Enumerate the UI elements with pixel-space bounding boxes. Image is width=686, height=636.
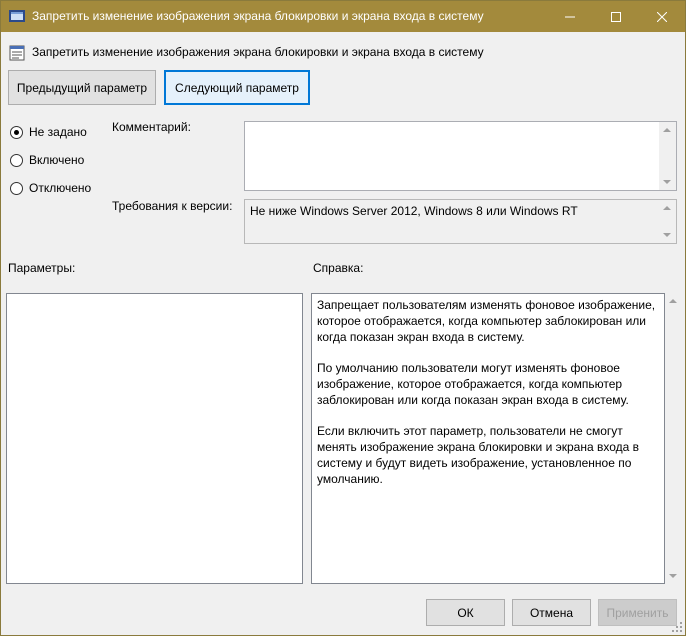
help-panel: Запрещает пользователям изменять фоновое… bbox=[311, 293, 665, 584]
parameters-label: Параметры: bbox=[8, 261, 76, 275]
version-label: Требования к версии: bbox=[112, 199, 233, 213]
scroll-up-icon[interactable] bbox=[663, 206, 671, 210]
window-title: Запретить изменение изображения экрана б… bbox=[32, 9, 484, 23]
radio-label: Не задано bbox=[29, 125, 87, 139]
radio-button[interactable] bbox=[10, 125, 23, 139]
help-paragraph: Если включить этот параметр, пользовател… bbox=[317, 424, 640, 486]
help-paragraph: Запрещает пользователям изменять фоновое… bbox=[317, 298, 656, 344]
scroll-down-icon[interactable] bbox=[663, 233, 671, 237]
parameters-panel bbox=[6, 293, 303, 584]
scroll-down-icon[interactable] bbox=[669, 574, 677, 578]
comment-field[interactable] bbox=[244, 121, 677, 191]
radio-label: Отключено bbox=[29, 181, 92, 195]
radio-button[interactable] bbox=[10, 153, 23, 167]
maximize-button[interactable] bbox=[593, 1, 639, 32]
version-value: Не ниже Windows Server 2012, Windows 8 и… bbox=[250, 204, 578, 218]
radio-button[interactable] bbox=[10, 181, 23, 195]
close-button[interactable] bbox=[639, 1, 685, 32]
minimize-button[interactable] bbox=[547, 1, 593, 32]
scroll-up-icon[interactable] bbox=[663, 128, 671, 132]
policy-setting-icon bbox=[9, 45, 25, 61]
scroll-down-icon[interactable] bbox=[663, 180, 671, 184]
policy-dialog: Запретить изменение изображения экрана б… bbox=[0, 0, 686, 636]
close-icon bbox=[657, 11, 667, 22]
scroll-up-icon[interactable] bbox=[669, 299, 677, 303]
radio-label: Включено bbox=[29, 153, 85, 167]
group-policy-app-icon bbox=[9, 10, 25, 22]
version-scrollbar[interactable] bbox=[659, 200, 676, 243]
apply-button[interactable]: Применить bbox=[598, 599, 677, 626]
policy-title: Запретить изменение изображения экрана б… bbox=[32, 45, 484, 59]
version-field: Не ниже Windows Server 2012, Windows 8 и… bbox=[244, 199, 677, 244]
previous-setting-button[interactable]: Предыдущий параметр bbox=[8, 70, 156, 105]
radio-enabled[interactable]: Включено bbox=[10, 153, 84, 167]
help-label: Справка: bbox=[313, 261, 364, 275]
help-paragraph: По умолчанию пользователи могут изменять… bbox=[317, 361, 629, 407]
next-setting-button[interactable]: Следующий параметр bbox=[164, 70, 310, 105]
radio-not-configured[interactable]: Не задано bbox=[10, 125, 87, 139]
ok-button[interactable]: ОК bbox=[426, 599, 505, 626]
cancel-button[interactable]: Отмена bbox=[512, 599, 591, 626]
dialog-scrollbar[interactable] bbox=[665, 293, 681, 584]
minimize-icon bbox=[565, 16, 575, 17]
radio-disabled[interactable]: Отключено bbox=[10, 181, 91, 195]
comment-scrollbar[interactable] bbox=[659, 122, 676, 190]
comment-label: Комментарий: bbox=[112, 120, 191, 134]
resize-grip-icon[interactable] bbox=[672, 622, 682, 632]
maximize-icon bbox=[611, 11, 621, 22]
title-bar[interactable]: Запретить изменение изображения экрана б… bbox=[1, 1, 685, 32]
